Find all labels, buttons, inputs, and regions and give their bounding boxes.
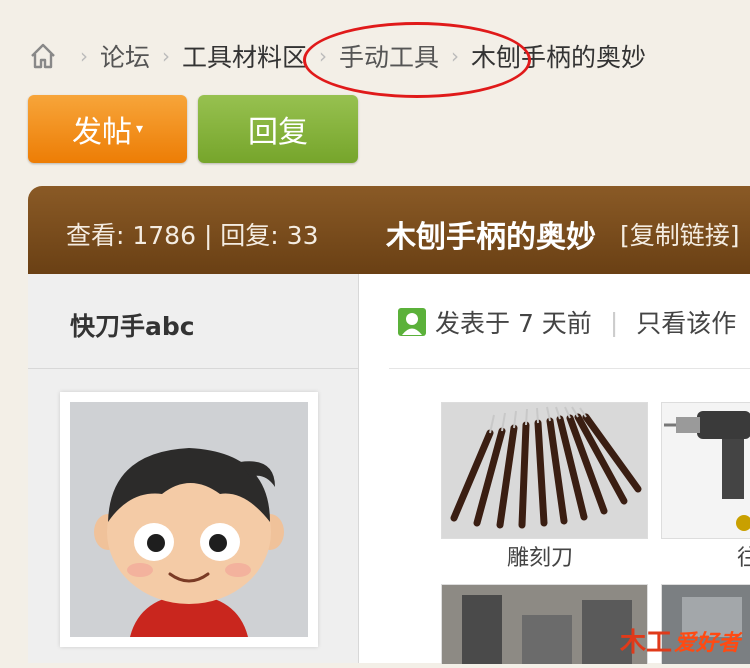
watermark-logo: 木工 xyxy=(620,628,673,658)
reply-button[interactable]: 回复 xyxy=(198,95,358,163)
chevron-right-icon: › xyxy=(319,44,328,68)
author-name[interactable]: 快刀手abc xyxy=(70,307,195,343)
chevron-down-icon: ▾ xyxy=(135,121,144,137)
chevron-right-icon: › xyxy=(80,44,88,68)
breadcrumb-item-forum[interactable]: 论坛 xyxy=(100,38,150,74)
site-watermark: 木工 爱好者 xyxy=(620,622,740,659)
avatar-image xyxy=(70,402,308,637)
workshop-image xyxy=(442,585,647,664)
breadcrumb-item-hand-tools[interactable]: 手动工具 xyxy=(339,38,439,74)
chevron-right-icon: › xyxy=(451,44,460,68)
forum-page: › 论坛 › 工具材料区 › 手动工具 › 木刨手柄的奥妙 发帖 ▾ 回复 查看… xyxy=(28,0,750,664)
new-post-label: 发帖 xyxy=(71,115,132,150)
post-panel: 发表于 7 天前 | 只看该作 雕刻刀 往 xyxy=(359,274,750,664)
chevron-right-icon: › xyxy=(162,44,171,68)
image-caption-2: 往 xyxy=(737,546,750,571)
author-name-row: 快刀手abc xyxy=(28,274,358,369)
post-image-workshop[interactable] xyxy=(441,584,648,664)
drill-image xyxy=(662,403,750,538)
breadcrumb-item-current-thread[interactable]: 木刨手柄的奥妙 xyxy=(471,38,646,74)
post-image-drill[interactable] xyxy=(661,402,750,539)
new-post-button[interactable]: 发帖 ▾ xyxy=(28,95,187,163)
only-author-link[interactable]: 只看该作 xyxy=(636,304,736,340)
image-caption-carving-knives: 雕刻刀 xyxy=(507,546,574,571)
breadcrumb: › 论坛 › 工具材料区 › 手动工具 › 木刨手柄的奥妙 xyxy=(28,34,646,78)
post-divider xyxy=(389,368,750,369)
breadcrumb-item-tools-materials[interactable]: 工具材料区 xyxy=(182,38,307,74)
user-icon xyxy=(398,308,426,336)
avatar[interactable] xyxy=(60,392,318,647)
reply-label: 回复 xyxy=(248,115,308,150)
post-time: 发表于 7 天前 xyxy=(435,309,592,338)
thread-header: 查看: 1786 | 回复: 33 木刨手柄的奥妙 [复制链接] xyxy=(28,186,750,274)
home-icon[interactable] xyxy=(28,41,58,71)
post-image-carving-knives[interactable] xyxy=(441,402,648,539)
author-panel: 快刀手abc xyxy=(28,274,359,663)
copy-link-button[interactable]: [复制链接] xyxy=(620,216,740,252)
divider: | xyxy=(609,307,619,337)
thread-title: 木刨手柄的奥妙 xyxy=(386,220,596,255)
watermark-text: 爱好者 xyxy=(674,630,741,656)
carving-knives-image xyxy=(442,403,647,538)
thread-stats: 查看: 1786 | 回复: 33 xyxy=(66,221,319,250)
post-meta: 发表于 7 天前 | 只看该作 xyxy=(397,304,736,340)
